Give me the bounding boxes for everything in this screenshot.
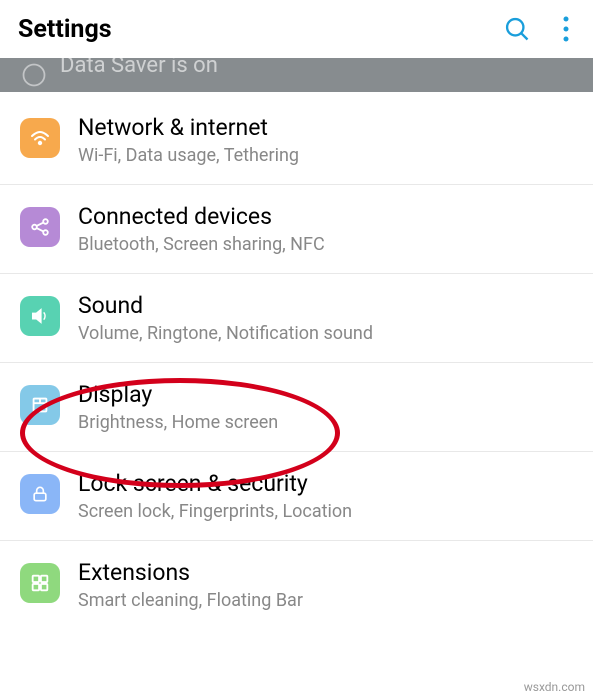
extension-icon bbox=[20, 563, 60, 603]
item-connected-devices[interactable]: Connected devices Bluetooth, Screen shar… bbox=[0, 185, 593, 274]
banner: Data Saver is on bbox=[0, 58, 593, 92]
item-title: Lock screen & security bbox=[78, 470, 573, 497]
settings-list: Network & internet Wi-Fi, Data usage, Te… bbox=[0, 92, 593, 629]
speaker-icon bbox=[20, 296, 60, 336]
item-display[interactable]: Display Brightness, Home screen bbox=[0, 363, 593, 452]
banner-text: Data Saver is on bbox=[60, 58, 218, 78]
wifi-icon bbox=[20, 118, 60, 158]
item-subtitle: Volume, Ringtone, Notification sound bbox=[78, 323, 573, 344]
item-subtitle: Wi-Fi, Data usage, Tethering bbox=[78, 145, 573, 166]
search-icon bbox=[503, 15, 531, 43]
item-sound[interactable]: Sound Volume, Ringtone, Notification sou… bbox=[0, 274, 593, 363]
item-title: Sound bbox=[78, 292, 573, 319]
item-subtitle: Screen lock, Fingerprints, Location bbox=[78, 501, 573, 522]
search-button[interactable] bbox=[503, 15, 531, 43]
item-network[interactable]: Network & internet Wi-Fi, Data usage, Te… bbox=[0, 92, 593, 185]
item-lock-screen[interactable]: Lock screen & security Screen lock, Fing… bbox=[0, 452, 593, 541]
share-icon bbox=[20, 207, 60, 247]
header-actions bbox=[503, 15, 575, 43]
item-subtitle: Brightness, Home screen bbox=[78, 412, 573, 433]
more-vert-icon bbox=[563, 16, 569, 42]
item-title: Network & internet bbox=[78, 114, 573, 141]
item-subtitle: Smart cleaning, Floating Bar bbox=[78, 590, 573, 611]
data-saver-icon bbox=[20, 61, 48, 89]
display-icon bbox=[20, 385, 60, 425]
item-extensions[interactable]: Extensions Smart cleaning, Floating Bar bbox=[0, 541, 593, 629]
header: Settings bbox=[0, 0, 593, 58]
watermark: wsxdn.com bbox=[524, 680, 585, 694]
more-button[interactable] bbox=[563, 16, 569, 42]
item-title: Connected devices bbox=[78, 203, 573, 230]
page-title: Settings bbox=[18, 15, 503, 44]
lock-icon bbox=[20, 474, 60, 514]
item-subtitle: Bluetooth, Screen sharing, NFC bbox=[78, 234, 573, 255]
item-title: Extensions bbox=[78, 559, 573, 586]
item-title: Display bbox=[78, 381, 573, 408]
